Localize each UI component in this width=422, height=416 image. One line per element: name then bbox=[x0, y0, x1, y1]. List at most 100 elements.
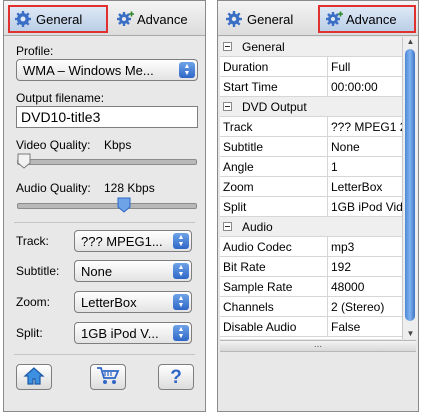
stepper-arrows-icon: ▲ ▼ bbox=[179, 62, 195, 78]
property-key: Subtitle bbox=[220, 137, 328, 156]
purchase-button[interactable] bbox=[90, 364, 126, 390]
property-key: Duration bbox=[220, 57, 328, 76]
category-header: Audio bbox=[220, 217, 273, 236]
tab-advance[interactable]: Advance bbox=[110, 5, 200, 33]
tab-advance[interactable]: Advance bbox=[318, 5, 416, 33]
audio-quality-slider[interactable] bbox=[17, 197, 197, 213]
property-value[interactable]: None bbox=[328, 137, 402, 156]
property-value[interactable]: 192 bbox=[328, 257, 402, 276]
split-label: Split: bbox=[16, 326, 43, 340]
stepper-arrows-icon: ▲ ▼ bbox=[173, 294, 189, 310]
property-value[interactable]: 1GB iPod Vide bbox=[328, 197, 402, 216]
category-header: DVD Output bbox=[220, 97, 307, 116]
property-key: Channels bbox=[220, 297, 328, 316]
tab-general[interactable]: General bbox=[220, 5, 316, 33]
stepper-arrows-icon: ▲ ▼ bbox=[173, 233, 189, 249]
property-key: Disable Audio bbox=[220, 317, 328, 336]
category-label: Audio bbox=[242, 219, 273, 234]
gear-plus-icon bbox=[116, 11, 134, 27]
scroll-down-arrow-icon[interactable]: ▼ bbox=[403, 329, 418, 339]
property-row[interactable]: Bit Rate 192 bbox=[220, 257, 402, 277]
vertical-scrollbar[interactable]: ▲ ▼ bbox=[402, 37, 418, 339]
property-value[interactable]: 1 bbox=[328, 157, 402, 176]
property-grid[interactable]: General Duration Full Start Time 00:00:00 DVD… bbox=[220, 37, 402, 339]
stepper-arrows-icon: ▲ ▼ bbox=[173, 263, 189, 279]
stepper-arrows-icon: ▲ ▼ bbox=[173, 325, 189, 341]
track-label: Track: bbox=[16, 234, 49, 248]
scroll-up-arrow-icon[interactable]: ▲ bbox=[403, 37, 418, 47]
property-key: Track bbox=[220, 117, 328, 136]
property-value[interactable]: 00:00:00 bbox=[328, 77, 402, 96]
property-value[interactable]: 48000 bbox=[328, 277, 402, 296]
category-header: General bbox=[220, 37, 285, 56]
property-row[interactable]: Audio Codec mp3 bbox=[220, 237, 402, 257]
help-button[interactable]: ? bbox=[158, 364, 194, 390]
gear-icon bbox=[226, 11, 242, 27]
tab-advance-label: Advance bbox=[346, 11, 397, 27]
output-filename-label: Output filename: bbox=[16, 91, 105, 105]
help-icon: ? bbox=[167, 366, 185, 389]
cart-icon bbox=[96, 366, 120, 389]
property-row[interactable]: Track??? MPEG1 2c bbox=[220, 117, 402, 137]
output-filename-input[interactable]: DVD10-title3 bbox=[16, 106, 198, 128]
property-value[interactable]: LetterBox bbox=[328, 177, 402, 196]
property-row[interactable]: Split 1GB iPod Vide bbox=[220, 197, 402, 217]
general-panel: General Advance Profile: WMA – Windows M… bbox=[3, 0, 206, 412]
profile-label: Profile: bbox=[16, 44, 54, 58]
property-row[interactable]: Disable Audio False bbox=[220, 317, 402, 337]
resize-grip[interactable]: ... bbox=[220, 340, 416, 352]
slider-thumb[interactable] bbox=[17, 153, 31, 169]
property-row[interactable]: Channels 2 (Stereo) bbox=[220, 297, 402, 317]
divider bbox=[14, 222, 195, 223]
collapse-icon[interactable] bbox=[223, 102, 232, 111]
video-quality-slider[interactable] bbox=[17, 153, 197, 169]
tab-general[interactable]: General bbox=[8, 5, 108, 33]
collapse-icon[interactable] bbox=[223, 42, 232, 51]
property-category-row[interactable]: General bbox=[220, 37, 402, 57]
property-row[interactable]: Subtitle None bbox=[220, 137, 402, 157]
tab-general-label: General bbox=[36, 11, 83, 27]
subtitle-value: None bbox=[81, 263, 113, 279]
collapse-icon[interactable] bbox=[223, 222, 232, 231]
gear-plus-icon bbox=[325, 11, 343, 27]
split-select[interactable]: 1GB iPod V... ▲ ▼ bbox=[74, 322, 192, 344]
tab-general-label: General bbox=[247, 11, 294, 27]
property-row[interactable]: Start Time 00:00:00 bbox=[220, 77, 402, 97]
property-value[interactable]: ??? MPEG1 2c bbox=[328, 117, 402, 136]
home-button[interactable] bbox=[16, 364, 52, 390]
category-label: General bbox=[242, 39, 285, 54]
advance-panel: General Advance General Duration Full Start… bbox=[217, 0, 419, 412]
subtitle-label: Subtitle: bbox=[16, 264, 60, 278]
property-row[interactable]: Duration Full bbox=[220, 57, 402, 77]
scrollbar-thumb[interactable] bbox=[405, 49, 415, 321]
property-key: Bit Rate bbox=[220, 257, 328, 276]
property-key: Start Time bbox=[220, 77, 328, 96]
tab-advance-label: Advance bbox=[137, 11, 188, 27]
track-select[interactable]: ??? MPEG1... ▲ ▼ bbox=[74, 230, 192, 252]
property-key: Split bbox=[220, 197, 328, 216]
track-value: ??? MPEG1... bbox=[81, 233, 163, 249]
slider-thumb[interactable] bbox=[117, 197, 131, 213]
video-quality-value: Kbps bbox=[104, 138, 132, 152]
property-value[interactable]: mp3 bbox=[328, 237, 402, 256]
property-row[interactable]: Angle 1 bbox=[220, 157, 402, 177]
zoom-select[interactable]: LetterBox ▲ ▼ bbox=[74, 291, 192, 313]
property-value[interactable]: False bbox=[328, 317, 402, 336]
profile-select[interactable]: WMA – Windows Me... ▲ ▼ bbox=[16, 59, 198, 81]
property-value[interactable]: Full bbox=[328, 57, 402, 76]
divider bbox=[14, 354, 195, 355]
right-tab-bar: General Advance bbox=[218, 1, 418, 36]
property-key: Angle bbox=[220, 157, 328, 176]
property-category-row[interactable]: DVD Output bbox=[220, 97, 402, 117]
svg-text:?: ? bbox=[170, 367, 182, 386]
property-row[interactable]: Sample Rate 48000 bbox=[220, 277, 402, 297]
audio-quality-value: 128 Kbps bbox=[104, 181, 155, 195]
profile-value: WMA – Windows Me... bbox=[23, 62, 154, 78]
property-row[interactable]: Zoom LetterBox bbox=[220, 177, 402, 197]
audio-quality-label: Audio Quality: bbox=[16, 181, 91, 195]
subtitle-select[interactable]: None ▲ ▼ bbox=[74, 260, 192, 282]
property-value[interactable]: 2 (Stereo) bbox=[328, 297, 402, 316]
property-key: Sample Rate bbox=[220, 277, 328, 296]
property-category-row[interactable]: Audio bbox=[220, 217, 402, 237]
left-tab-bar: General Advance bbox=[4, 1, 205, 36]
